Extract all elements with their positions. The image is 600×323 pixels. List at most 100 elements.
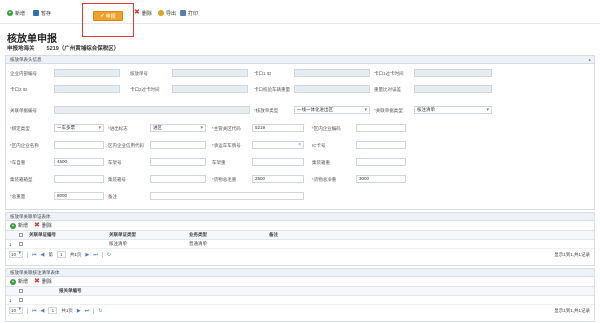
- total-net-input[interactable]: 3000: [356, 175, 406, 183]
- total-gross-label: *货物总毛重: [212, 177, 237, 182]
- row-index: 1: [9, 297, 12, 303]
- delete-button[interactable]: ✖ 删除: [134, 9, 152, 17]
- export-button[interactable]: 导出: [158, 9, 176, 17]
- area-enterprise-name-label: *区内企业名称: [10, 143, 39, 148]
- prev-page-icon[interactable]: ◀: [41, 308, 45, 314]
- customs-grid-toolbar: + 新增 ✖ 删除: [6, 277, 594, 287]
- collapse-icon[interactable]: ▴: [588, 56, 591, 64]
- frame-no-input[interactable]: [150, 158, 206, 166]
- customs-doc-section-title: 核放单关联核注清单表体: [6, 269, 594, 277]
- select-all-checkbox[interactable]: [16, 288, 56, 294]
- row-checkbox[interactable]: [16, 241, 26, 247]
- select-all-checkbox[interactable]: [16, 232, 26, 238]
- save-button[interactable]: 暂存: [33, 9, 51, 17]
- area-social-code-input[interactable]: [150, 141, 206, 149]
- card2-time-input[interactable]: [172, 85, 248, 93]
- delete-icon: ✖: [134, 9, 140, 16]
- related-doc-no-input[interactable]: [54, 106, 250, 114]
- row-checkbox[interactable]: [16, 297, 56, 303]
- card-check-input[interactable]: [294, 85, 370, 93]
- card1-time-label: 卡口1过卡时间: [374, 71, 404, 76]
- card1-time-input[interactable]: [414, 69, 492, 77]
- last-page-icon[interactable]: ⏭: [93, 252, 98, 258]
- related-add-button[interactable]: + 新增: [10, 222, 28, 230]
- related-delete-label: 删除: [41, 223, 52, 229]
- page-number-input[interactable]: 1: [56, 251, 66, 258]
- page-size-select[interactable]: 10: [9, 307, 23, 314]
- customs-delete-button[interactable]: ✖ 删除: [34, 278, 52, 286]
- prev-page-icon[interactable]: ◀: [41, 252, 45, 258]
- card1-id-input[interactable]: [294, 69, 370, 77]
- related-doc-type-select[interactable]: 核注清单: [414, 106, 492, 114]
- frame-weight-input[interactable]: [252, 158, 304, 166]
- customs-code-label: *主管关区代码: [212, 126, 241, 131]
- customs-code-input[interactable]: 5219: [252, 124, 304, 132]
- io-flag-select[interactable]: 进区: [150, 124, 206, 132]
- last-page-icon[interactable]: ⏭: [85, 308, 90, 314]
- divider: [93, 307, 95, 314]
- col-declaration-no: 报关单编号: [59, 288, 82, 293]
- area-enterprise-name-label-text: 区内企业名称: [11, 143, 39, 148]
- col-doc-type: 关联单证类型: [109, 232, 136, 237]
- customs-value: 5219（广州黄埔综合保税区）: [46, 46, 120, 52]
- total-net-label: *货物总净重: [312, 177, 337, 182]
- export-icon: [158, 10, 164, 16]
- customs-label: 申报地海关: [7, 46, 35, 52]
- verify-type-select[interactable]: 一线一体化进出区: [294, 106, 370, 114]
- vehicle-weight-label: *车自重: [10, 160, 26, 165]
- container-no-input[interactable]: [150, 175, 206, 183]
- page-size-select[interactable]: 10: [9, 251, 23, 258]
- enterprise-no-input[interactable]: [54, 69, 120, 77]
- frame-weight-label: 车架重: [212, 160, 226, 165]
- card2-id-input[interactable]: [54, 85, 120, 93]
- print-button-label: 打印: [188, 10, 199, 17]
- area-enterprise-name-input[interactable]: [54, 141, 104, 149]
- divider: [27, 307, 28, 314]
- delete-button-label: 删除: [141, 10, 152, 17]
- print-button[interactable]: 打印: [180, 9, 198, 17]
- verify-no-label: 核放单号: [130, 71, 148, 76]
- print-icon: [180, 10, 186, 16]
- remark-label: 备注: [108, 194, 117, 199]
- verify-no-input[interactable]: [172, 69, 248, 77]
- frame-no-label: 车架号: [108, 160, 122, 165]
- remark-input[interactable]: [150, 192, 304, 200]
- total-weight-input[interactable]: 8000: [54, 192, 104, 200]
- refresh-icon[interactable]: ↻: [98, 308, 102, 314]
- first-page-icon[interactable]: ⏮: [32, 252, 37, 258]
- page-title: 核放单申报: [7, 34, 57, 45]
- area-enterprise-code-input[interactable]: [356, 124, 406, 132]
- vehicle-weight-input[interactable]: 4500: [54, 158, 104, 166]
- related-grid-header: 关联单证编号 关联单证类型 业务类型 备注: [6, 231, 594, 240]
- container-weight-input[interactable]: [356, 158, 406, 166]
- container-type-input[interactable]: [54, 175, 104, 183]
- verify-type-label-text: 核放单类型: [255, 108, 279, 113]
- add-button[interactable]: + 新增: [7, 9, 25, 17]
- plus-icon: +: [7, 10, 13, 16]
- related-doc-no-label: 关联单据编号: [10, 108, 37, 113]
- customs-pager: 10 ⏮ ◀ 1 共1页 ▶ ⏭ ↻ 显示1到1,共1记录: [6, 305, 594, 316]
- page-number-input[interactable]: 1: [48, 307, 58, 314]
- vehicle-no-select[interactable]: [252, 141, 304, 149]
- related-add-label: 新增: [18, 223, 29, 229]
- table-row[interactable]: 1: [6, 296, 594, 305]
- verify-type-label: *核放单类型: [254, 108, 279, 113]
- entry-type-select[interactable]: 一车多票: [54, 124, 104, 132]
- table-row[interactable]: 1 核注清单 普通清单: [6, 240, 594, 249]
- first-page-icon[interactable]: ⏮: [32, 308, 37, 314]
- delete-icon: ✖: [34, 221, 40, 229]
- related-delete-button[interactable]: ✖ 删除: [34, 222, 52, 230]
- ic-no-input[interactable]: [356, 141, 406, 149]
- total-net-label-text: 货物总净重: [313, 177, 337, 182]
- entry-type-label-text: 绑定类型: [11, 126, 30, 131]
- customs-add-button[interactable]: + 新增: [10, 278, 28, 286]
- refresh-icon[interactable]: ↻: [107, 252, 111, 258]
- container-weight-label: 集装箱重: [312, 160, 330, 165]
- header-section-title-text: 核放单表头信息: [10, 57, 42, 62]
- total-gross-input[interactable]: 2500: [252, 175, 304, 183]
- next-page-icon[interactable]: ▶: [85, 252, 89, 258]
- highlight-annotation: [82, 3, 134, 37]
- next-page-icon[interactable]: ▶: [77, 308, 81, 314]
- weight-ratio-input[interactable]: [414, 85, 492, 93]
- customs-delete-label: 删除: [41, 279, 52, 285]
